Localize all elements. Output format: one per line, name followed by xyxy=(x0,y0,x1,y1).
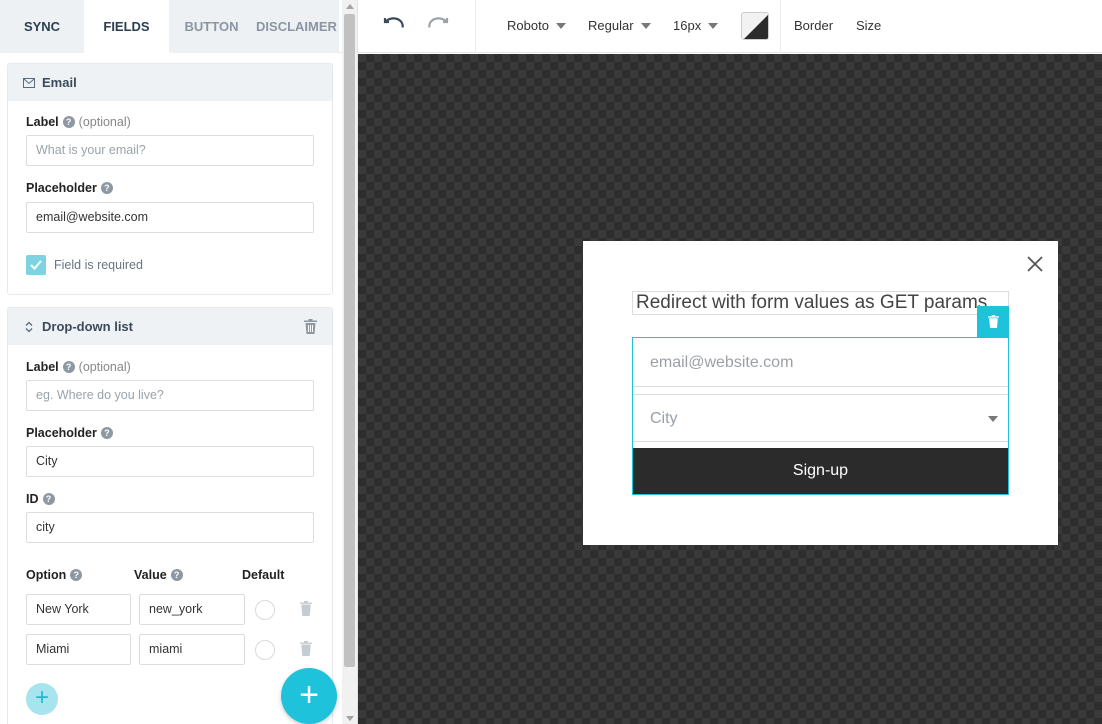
help-icon[interactable]: ? xyxy=(100,427,113,439)
scroll-thumb[interactable] xyxy=(344,14,355,667)
email-input[interactable]: email@website.com xyxy=(633,338,1008,387)
dropdown-id-input[interactable]: city xyxy=(26,512,314,543)
divider xyxy=(475,0,476,53)
email-placeholder-heading: Placeholder ? xyxy=(26,181,113,195)
add-option-button[interactable]: + xyxy=(26,683,58,715)
help-icon[interactable]: ? xyxy=(62,361,75,373)
option-name-input[interactable]: Miami xyxy=(26,634,131,665)
font-size-dropdown[interactable]: 16px xyxy=(673,18,719,33)
dropdown-label-heading: Label ? (optional) xyxy=(26,360,131,374)
font-size-value: 16px xyxy=(673,18,702,33)
editor-toolbar: Roboto Regular 16px Border Size xyxy=(358,0,1102,53)
tab-button[interactable]: BUTTON xyxy=(169,0,254,53)
text-color-swatch[interactable] xyxy=(741,12,769,40)
optional-text: (optional) xyxy=(78,360,131,374)
font-weight-value: Regular xyxy=(588,18,634,33)
redo-icon[interactable] xyxy=(427,14,449,39)
dropdown-card-title: Drop-down list xyxy=(42,319,133,334)
value-column-text: Value xyxy=(134,568,167,582)
preview-canvas: Redirect with form values as GET params … xyxy=(358,54,1102,724)
dropdown-placeholder-text: Placeholder xyxy=(26,426,97,440)
option-column-heading: Option ? xyxy=(26,568,83,582)
tab-disclaimer[interactable]: DISCLAIMER xyxy=(254,0,339,53)
email-placeholder-input[interactable]: email@website.com xyxy=(26,202,314,233)
option-value-input[interactable]: miami xyxy=(139,634,245,665)
email-label-input[interactable]: What is your email? xyxy=(26,135,314,166)
help-icon[interactable]: ? xyxy=(62,116,75,128)
option-name-input[interactable]: New York xyxy=(26,594,131,625)
dropdown-placeholder-heading: Placeholder ? xyxy=(26,426,113,440)
dropdown-placeholder-input[interactable]: City xyxy=(26,446,314,477)
border-button[interactable]: Border xyxy=(794,18,833,33)
help-icon[interactable]: ? xyxy=(100,182,113,194)
add-field-button[interactable]: + xyxy=(281,668,337,724)
help-icon[interactable]: ? xyxy=(170,569,183,581)
scroll-down-arrow[interactable] xyxy=(346,716,354,721)
scroll-up-arrow[interactable] xyxy=(346,4,354,9)
option-value-input[interactable]: new_york xyxy=(139,594,245,625)
trash-icon[interactable] xyxy=(300,641,312,659)
default-column-heading: Default xyxy=(242,568,285,582)
dropdown-card-header[interactable]: Drop-down list xyxy=(8,308,332,345)
size-button[interactable]: Size xyxy=(856,18,881,33)
tab-fields[interactable]: FIELDS xyxy=(84,0,169,53)
default-radio[interactable] xyxy=(255,600,275,620)
chevron-down-icon xyxy=(988,416,998,422)
font-weight-dropdown[interactable]: Regular xyxy=(588,18,651,33)
trash-icon[interactable] xyxy=(300,601,312,619)
dropdown-field-card: Drop-down list Label ? (optional) eg. Wh… xyxy=(7,307,333,724)
required-label: Field is required xyxy=(54,258,143,272)
tab-bar: SYNC FIELDS BUTTON DISCLAIMER xyxy=(0,0,342,53)
trash-icon xyxy=(987,315,999,328)
email-placeholder-text: Placeholder xyxy=(26,181,97,195)
required-checkbox[interactable] xyxy=(26,255,46,275)
chevron-down-icon xyxy=(708,22,719,29)
dropdown-id-heading: ID ? xyxy=(26,492,55,506)
font-family-dropdown[interactable]: Roboto xyxy=(507,18,566,33)
city-select[interactable]: City xyxy=(633,394,1008,442)
email-label-text: Label xyxy=(26,115,59,129)
help-icon[interactable]: ? xyxy=(42,493,55,505)
email-card-header[interactable]: Email xyxy=(8,64,332,101)
signup-form: email@website.com City Sign-up xyxy=(632,337,1009,495)
default-radio[interactable] xyxy=(255,640,275,660)
signup-button[interactable]: Sign-up xyxy=(633,448,1008,494)
delete-form-button[interactable] xyxy=(977,306,1009,337)
divider xyxy=(780,0,781,53)
dropdown-label-text: Label xyxy=(26,360,59,374)
value-column-heading: Value ? xyxy=(134,568,183,582)
option-column-text: Option xyxy=(26,568,67,582)
trash-icon[interactable] xyxy=(304,319,317,337)
email-field-card: Email Label ? (optional) What is your em… xyxy=(7,63,333,295)
tab-sync[interactable]: SYNC xyxy=(0,0,84,53)
check-icon xyxy=(30,260,42,270)
chevron-down-icon xyxy=(640,22,651,29)
dropdown-label-input[interactable]: eg. Where do you live? xyxy=(26,380,314,411)
popup-preview[interactable]: Redirect with form values as GET params … xyxy=(583,241,1058,545)
email-label-heading: Label ? (optional) xyxy=(26,115,131,129)
email-card-title: Email xyxy=(42,75,77,90)
undo-icon[interactable] xyxy=(383,14,405,39)
popup-title[interactable]: Redirect with form values as GET params xyxy=(632,291,1009,315)
expand-collapse-icon[interactable] xyxy=(23,321,35,333)
font-family-value: Roboto xyxy=(507,18,549,33)
city-select-value: City xyxy=(650,410,678,427)
settings-panel: SYNC FIELDS BUTTON DISCLAIMER Email Labe… xyxy=(0,0,358,724)
dropdown-id-text: ID xyxy=(26,492,39,506)
panel-scrollbar[interactable] xyxy=(342,0,357,724)
envelope-icon xyxy=(23,77,35,89)
close-icon[interactable] xyxy=(1026,255,1044,276)
help-icon[interactable]: ? xyxy=(70,569,83,581)
optional-text: (optional) xyxy=(78,115,131,129)
chevron-down-icon xyxy=(555,22,566,29)
